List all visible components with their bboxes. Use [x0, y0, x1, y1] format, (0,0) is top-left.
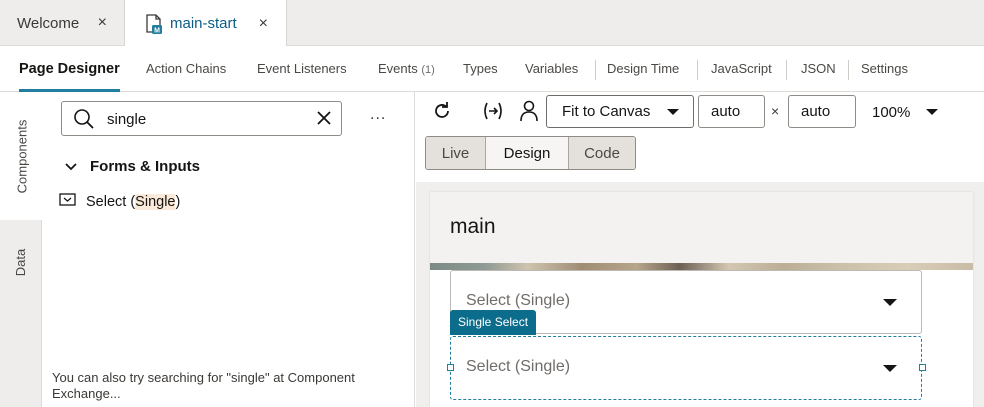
banner-image — [430, 263, 973, 270]
more-options-button[interactable]: ... — [370, 106, 386, 124]
chevron-down-icon — [883, 299, 897, 306]
zoom-select[interactable]: 100% — [872, 104, 938, 121]
close-icon[interactable]: × — [98, 14, 107, 32]
search-input-value: single — [107, 111, 147, 128]
close-icon[interactable]: × — [259, 15, 268, 33]
tab-divider — [697, 60, 698, 80]
rail-tab-components[interactable]: Components — [0, 92, 43, 220]
tab-events[interactable]: Events (1) — [378, 46, 435, 92]
select-single-field-selected[interactable]: Select (Single) — [450, 336, 922, 400]
mode-live-button[interactable]: Live — [426, 137, 486, 169]
canvas-area: Fit to Canvas auto × auto 100% Live Desi… — [416, 92, 984, 407]
forms-inputs-group-header[interactable]: Forms & Inputs — [65, 158, 200, 175]
tab-design-time[interactable]: Design Time — [607, 46, 679, 92]
resize-handle-right[interactable] — [919, 364, 926, 371]
mode-code-button[interactable]: Code — [569, 137, 635, 169]
search-match-highlight: Single — [135, 194, 176, 210]
designer-tab-bar: Page Designer Action Chains Event Listen… — [0, 46, 984, 92]
user-icon[interactable] — [519, 100, 539, 127]
select-placeholder: Select (Single) — [466, 358, 571, 375]
page-file-icon: M — [145, 13, 163, 34]
dropdown-caret-icon — [667, 109, 679, 115]
expression-icon[interactable] — [482, 101, 504, 126]
left-rail: Components Data — [0, 92, 43, 407]
chevron-down-icon — [65, 158, 77, 175]
file-tab-bar: Welcome × M main-start × — [0, 0, 984, 47]
selected-component-badge: Single Select — [450, 310, 537, 335]
tab-action-chains[interactable]: Action Chains — [146, 46, 226, 92]
search-icon — [73, 108, 95, 135]
tab-variables[interactable]: Variables — [525, 46, 578, 92]
canvas-toolbar: Fit to Canvas auto × auto 100% Live Desi… — [416, 92, 984, 182]
select-placeholder: Select (Single) — [466, 292, 571, 309]
fit-select-value: Fit to Canvas — [562, 103, 651, 120]
times-separator: × — [771, 103, 780, 119]
component-search-input[interactable]: single — [61, 101, 342, 136]
page-canvas: main Select (Single) Single Select Selec… — [430, 192, 973, 407]
group-title: Forms & Inputs — [90, 158, 201, 175]
width-value: auto — [711, 103, 741, 120]
zoom-value: 100% — [872, 104, 911, 121]
chevron-down-icon — [883, 365, 897, 372]
rail-tab-data[interactable]: Data — [0, 232, 42, 292]
refresh-icon[interactable] — [432, 101, 452, 126]
view-mode-toggle: Live Design Code — [425, 136, 636, 170]
tab-event-listeners[interactable]: Event Listeners — [257, 46, 347, 92]
component-label-prefix: Select ( — [86, 194, 136, 210]
resize-handle-left[interactable] — [447, 364, 454, 371]
events-count-badge: (1) — [421, 64, 435, 76]
file-tab-main-start[interactable]: M main-start × — [125, 0, 287, 47]
component-exchange-hint: You can also try searching for "single" … — [52, 370, 355, 401]
components-panel: single ... Forms & Inputs Select (Single… — [43, 92, 415, 407]
tab-divider — [848, 60, 849, 80]
canvas-height-input[interactable]: auto — [788, 95, 856, 128]
canvas-width-input[interactable]: auto — [698, 95, 765, 128]
select-component-icon — [59, 193, 76, 211]
tab-json[interactable]: JSON — [801, 46, 836, 92]
rail-tab-label: Data — [13, 248, 29, 276]
tab-settings[interactable]: Settings — [861, 46, 908, 92]
tab-divider — [595, 60, 596, 80]
tab-divider — [786, 60, 787, 80]
page-header: main — [430, 192, 973, 263]
file-tab-label: main-start — [170, 15, 237, 32]
component-label-suffix: ) — [175, 194, 181, 210]
clear-search-icon[interactable] — [316, 110, 332, 131]
svg-text:M: M — [154, 27, 160, 34]
component-select-single[interactable]: Select (Single) — [59, 193, 180, 211]
file-tab-welcome[interactable]: Welcome × — [0, 0, 125, 46]
height-value: auto — [801, 103, 831, 120]
page-title: main — [450, 215, 496, 238]
fit-to-canvas-select[interactable]: Fit to Canvas — [546, 95, 694, 128]
dropdown-caret-icon — [926, 109, 938, 115]
file-tab-label: Welcome — [17, 14, 80, 32]
tab-javascript[interactable]: JavaScript — [711, 46, 772, 92]
mode-design-button[interactable]: Design — [486, 137, 569, 169]
tab-types[interactable]: Types — [463, 46, 498, 92]
rail-tab-label: Components — [14, 119, 29, 193]
tab-page-designer[interactable]: Page Designer — [19, 46, 120, 92]
tab-events-label: Events — [378, 61, 418, 76]
